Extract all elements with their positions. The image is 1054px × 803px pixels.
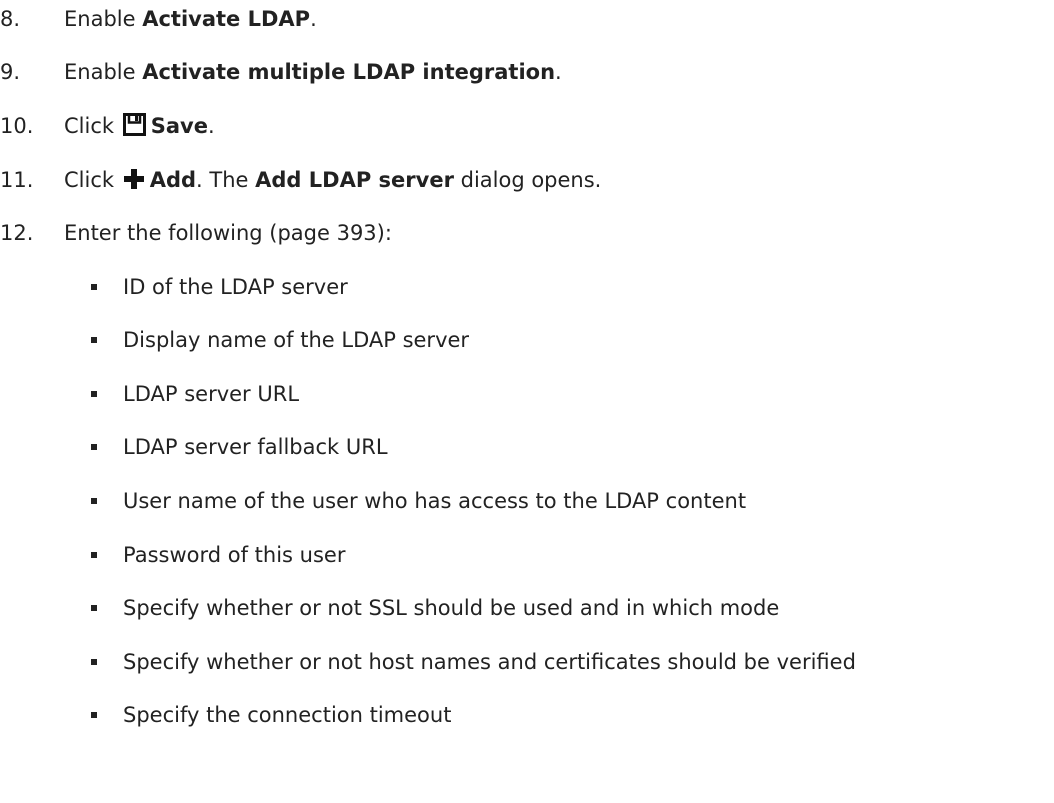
bullet-marker: [91, 337, 97, 343]
bullet-marker: [91, 659, 97, 665]
step-text: Enable: [64, 7, 143, 31]
plus-icon: [123, 168, 145, 198]
instruction-document: 8. Enable Activate LDAP. 9. Enable Activat…: [0, 0, 1054, 803]
step-text: Enter the following (page 393):: [64, 221, 392, 245]
bullet-marker: [91, 552, 97, 558]
list-item-text: Password of this user: [123, 543, 346, 567]
punctuation: .: [207, 114, 215, 138]
bullet-marker: [91, 712, 97, 718]
step-number: 9.: [0, 60, 21, 84]
list-item-text: Display name of the LDAP server: [123, 328, 470, 352]
bullet-marker: [91, 284, 97, 290]
step-text: Click: [64, 114, 121, 138]
bullet-marker: [91, 444, 97, 450]
save-icon: [122, 113, 146, 144]
step-number: 8.: [0, 7, 21, 31]
ui-label-add: Add: [149, 168, 197, 192]
step-number: 11.: [0, 168, 34, 192]
bullet-marker: [91, 498, 97, 504]
ui-label-activate-multiple-ldap: Activate multiple LDAP integration: [142, 60, 556, 84]
step-8: 8. Enable Activate LDAP.: [0, 4, 317, 34]
list-item-text: LDAP server URL: [123, 382, 300, 406]
step-10: 10. Click Save.: [0, 111, 215, 141]
list-item-text: Specify whether or not SSL should be use…: [123, 596, 780, 620]
ui-label-activate-ldap: Activate LDAP: [142, 7, 311, 31]
list-item-text: ID of the LDAP server: [123, 275, 348, 299]
list-item-text: Specify whether or not host names and ce…: [123, 650, 856, 674]
bullet-marker: [91, 605, 97, 611]
step-number: 12.: [0, 221, 34, 245]
list-item-text: LDAP server fallback URL: [123, 435, 388, 459]
step-text: . The: [196, 168, 256, 192]
step-11: 11. Click Add. The Add LDAP server dialog…: [0, 165, 601, 195]
list-item-text: Specify the connection timeout: [123, 703, 452, 727]
step-12: 12. Enter the following (page 393):: [0, 218, 392, 248]
list-item-text: User name of the user who has access to …: [123, 489, 747, 513]
step-text: Click: [64, 168, 121, 192]
bullet-marker: [91, 391, 97, 397]
ui-label-save: Save: [150, 114, 208, 138]
punctuation: .: [310, 7, 317, 31]
ui-label-add-ldap-server: Add LDAP server: [255, 168, 454, 192]
step-9: 9. Enable Activate multiple LDAP integrat…: [0, 57, 562, 87]
step-number: 10.: [0, 114, 34, 138]
step-text: dialog opens.: [453, 168, 602, 192]
step-text: Enable: [64, 60, 143, 84]
punctuation: .: [555, 60, 562, 84]
